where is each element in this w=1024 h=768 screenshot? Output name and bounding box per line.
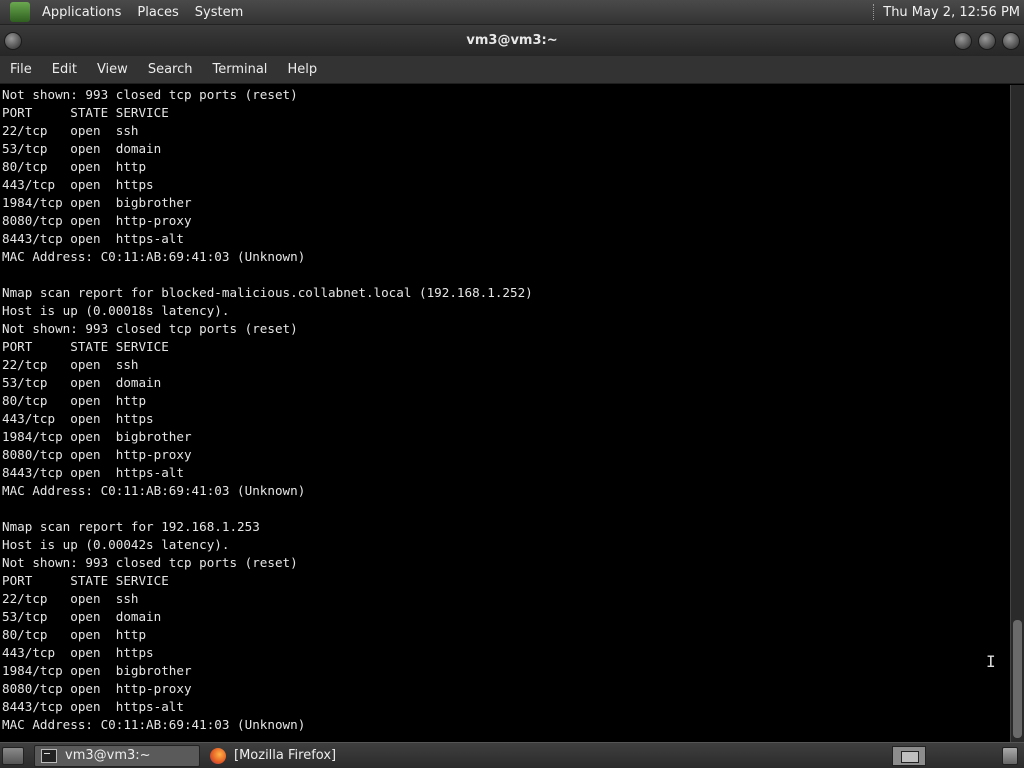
terminal-line: 8080/tcp open http-proxy — [2, 213, 192, 228]
terminal-line: 22/tcp open ssh — [2, 123, 139, 138]
terminal-line: PORT STATE SERVICE — [2, 573, 169, 588]
terminal-line: 53/tcp open domain — [2, 375, 162, 390]
terminal-line: 1984/tcp open bigbrother — [2, 663, 192, 678]
terminal-icon — [41, 748, 57, 763]
terminal-line: 8443/tcp open https-alt — [2, 231, 184, 246]
terminal-line: 80/tcp open http — [2, 627, 147, 642]
terminal-scrollbar[interactable] — [1010, 85, 1024, 742]
menu-file[interactable]: File — [0, 62, 42, 77]
applications-logo-icon[interactable] — [10, 2, 30, 22]
firefox-icon — [210, 747, 226, 764]
task-firefox-label: [Mozilla Firefox] — [234, 748, 337, 763]
terminal-line: MAC Address: C0:11:AB:69:41:03 (Unknown) — [2, 483, 306, 498]
window-menu-button[interactable] — [4, 32, 22, 50]
terminal-line: 22/tcp open ssh — [2, 357, 139, 372]
terminal-line: 8080/tcp open http-proxy — [2, 447, 192, 462]
terminal-line: MAC Address: C0:11:AB:69:41:03 (Unknown) — [2, 717, 306, 732]
terminal-line: Host is up (0.00042s latency). — [2, 537, 230, 552]
panel-clock[interactable]: Thu May 2, 12:56 PM — [883, 5, 1024, 20]
terminal-line: MAC Address: C0:11:AB:69:41:03 (Unknown) — [2, 249, 306, 264]
top-panel: Applications Places System Thu May 2, 12… — [0, 0, 1024, 25]
menu-view[interactable]: View — [87, 62, 138, 77]
terminal-line: PORT STATE SERVICE — [2, 339, 169, 354]
task-terminal[interactable]: vm3@vm3:~ — [34, 744, 200, 767]
terminal-line: 443/tcp open https — [2, 411, 154, 426]
terminal-lines: Not shown: 993 closed tcp ports (reset) P… — [0, 85, 1010, 734]
ibeam-cursor-icon: I — [986, 652, 996, 671]
panel-separator — [873, 4, 875, 20]
panel-menu-system[interactable]: System — [187, 5, 251, 20]
panel-menu-applications[interactable]: Applications — [34, 5, 129, 20]
terminal-menubar: File Edit View Search Terminal Help — [0, 56, 1024, 84]
terminal-line: Nmap scan report for blocked-malicious.c… — [2, 285, 533, 300]
panel-menu-places[interactable]: Places — [129, 5, 186, 20]
menu-search[interactable]: Search — [138, 62, 203, 77]
menu-help[interactable]: Help — [277, 62, 327, 77]
terminal-line: Nmap scan report for 192.168.1.253 — [2, 519, 260, 534]
terminal-line: 443/tcp open https — [2, 177, 154, 192]
terminal-line: 1984/tcp open bigbrother — [2, 195, 192, 210]
maximize-button[interactable] — [978, 32, 996, 50]
terminal-line: 8443/tcp open https-alt — [2, 699, 184, 714]
terminal-line: Host is up (0.00018s latency). — [2, 303, 230, 318]
scrollbar-thumb[interactable] — [1013, 620, 1022, 738]
window-title: vm3@vm3:~ — [466, 33, 558, 48]
task-firefox[interactable]: [Mozilla Firefox] — [204, 745, 374, 767]
terminal-line: 80/tcp open http — [2, 159, 147, 174]
terminal-line: 22/tcp open ssh — [2, 591, 139, 606]
workspace-switcher[interactable] — [892, 746, 926, 766]
terminal-line: 8443/tcp open https-alt — [2, 465, 184, 480]
terminal-output[interactable]: Not shown: 993 closed tcp ports (reset) P… — [0, 85, 1010, 742]
show-desktop-icon[interactable] — [2, 746, 24, 765]
trash-icon[interactable] — [1002, 747, 1018, 765]
terminal-line: Not shown: 993 closed tcp ports (reset) — [2, 87, 298, 102]
terminal-line: 80/tcp open http — [2, 393, 147, 408]
terminal-line: 1984/tcp open bigbrother — [2, 429, 192, 444]
terminal-line: 53/tcp open domain — [2, 141, 162, 156]
terminal-line: 8080/tcp open http-proxy — [2, 681, 192, 696]
terminal-line: PORT STATE SERVICE — [2, 105, 169, 120]
menu-terminal[interactable]: Terminal — [202, 62, 277, 77]
minimize-button[interactable] — [954, 32, 972, 50]
terminal-line: Not shown: 993 closed tcp ports (reset) — [2, 321, 298, 336]
window-titlebar[interactable]: vm3@vm3:~ — [0, 25, 1024, 56]
menu-edit[interactable]: Edit — [42, 62, 87, 77]
close-button[interactable] — [1002, 32, 1020, 50]
terminal-line: 443/tcp open https — [2, 645, 154, 660]
terminal-line: 53/tcp open domain — [2, 609, 162, 624]
bottom-taskbar: vm3@vm3:~ [Mozilla Firefox] — [0, 742, 1024, 768]
task-terminal-label: vm3@vm3:~ — [65, 748, 151, 763]
terminal-line: Not shown: 993 closed tcp ports (reset) — [2, 555, 298, 570]
